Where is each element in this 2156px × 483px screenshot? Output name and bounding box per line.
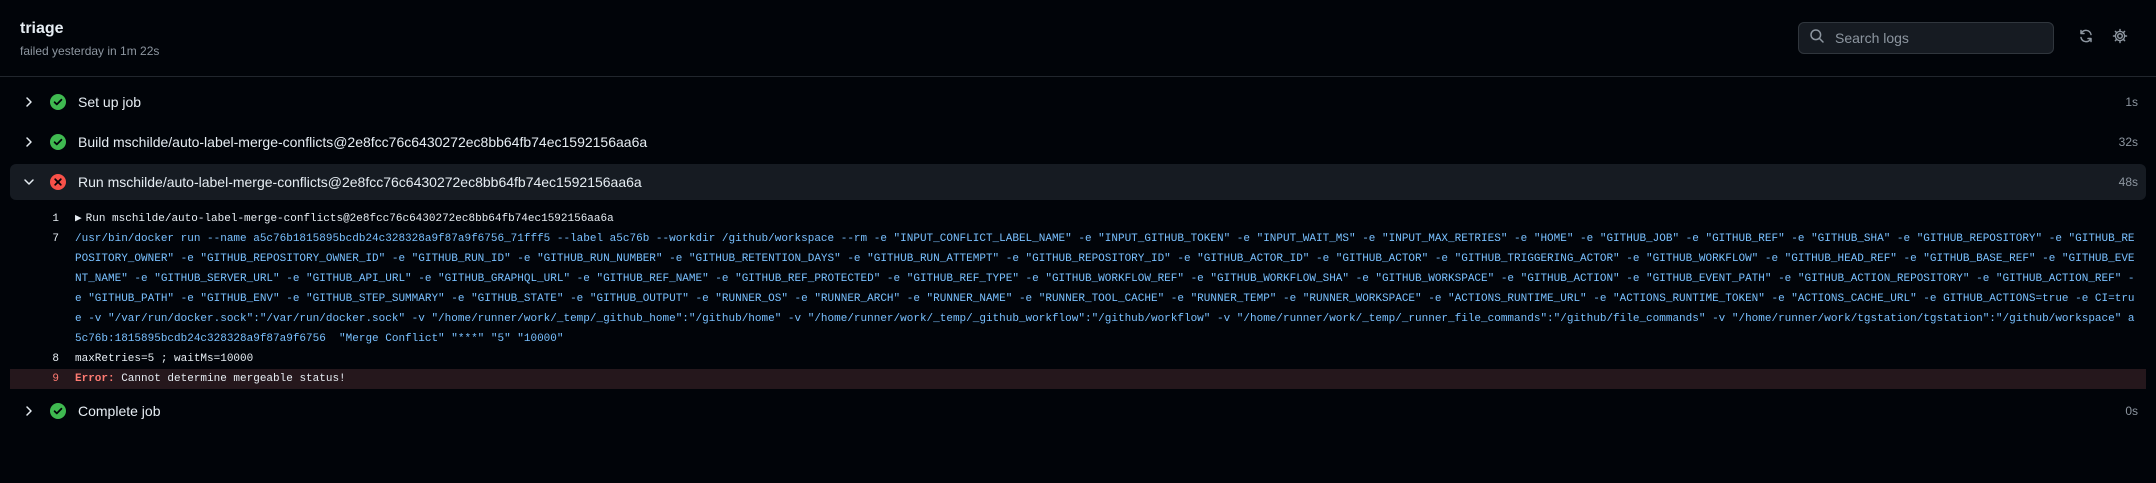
step-name: Build mschilde/auto-label-merge-conflict… (78, 134, 648, 150)
refresh-button[interactable] (2070, 22, 2102, 54)
check-circle-icon (50, 403, 66, 419)
log-line: 8 maxRetries=5 ; waitMs=10000 (10, 349, 2146, 369)
step-set-up-job[interactable]: Set up job 1s (10, 84, 2146, 120)
step-duration: 0s (2125, 404, 2138, 418)
error-label: Error: (75, 373, 115, 385)
header-actions (1798, 22, 2136, 54)
search-logs-input[interactable] (1833, 29, 2037, 47)
log-line-error: 9 Error: Cannot determine mergeable stat… (10, 369, 2146, 389)
step-duration: 1s (2125, 95, 2138, 109)
job-header: triage failed yesterday in 1m 22s (0, 0, 2156, 77)
chevron-down-icon (22, 175, 36, 189)
log-line-number[interactable]: 7 (10, 229, 59, 349)
log-text: maxRetries=5 ; waitMs=10000 (75, 353, 254, 365)
job-steps: Set up job 1s Build mschilde/auto-label-… (0, 77, 2156, 429)
check-circle-icon (50, 94, 66, 110)
step-complete-job[interactable]: Complete job 0s (10, 393, 2146, 429)
chevron-right-icon (22, 404, 36, 418)
step-run-action[interactable]: Run mschilde/auto-label-merge-conflicts@… (10, 164, 2146, 200)
log-line: 1 ▶ Run mschilde/auto-label-merge-conflic… (10, 209, 2146, 229)
step-name: Complete job (78, 403, 161, 419)
step-log: 1 ▶ Run mschilde/auto-label-merge-conflic… (10, 204, 2146, 393)
step-build-action[interactable]: Build mschilde/auto-label-merge-conflict… (10, 124, 2146, 160)
step-name: Set up job (78, 94, 142, 110)
log-error-text: Error: Cannot determine mergeable status… (75, 369, 2135, 389)
log-command-text: /usr/bin/docker run --name a5c76b1815895… (75, 233, 2135, 345)
settings-button[interactable] (2104, 22, 2136, 54)
chevron-right-icon (22, 95, 36, 109)
refresh-icon (2078, 28, 2094, 49)
x-circle-icon (50, 174, 66, 190)
step-duration: 32s (2118, 135, 2138, 149)
log-line-number[interactable]: 9 (10, 369, 59, 389)
gear-icon (2112, 28, 2128, 49)
job-status-summary: failed yesterday in 1m 22s (20, 43, 160, 58)
log-text: Run mschilde/auto-label-merge-conflicts@… (85, 213, 614, 225)
log-group-header[interactable]: ▶ Run mschilde/auto-label-merge-conflicts… (75, 209, 2135, 229)
check-circle-icon (50, 134, 66, 150)
log-line: 7 /usr/bin/docker run --name a5c76b18158… (10, 229, 2146, 349)
chevron-right-icon (22, 135, 36, 149)
error-message: Cannot determine mergeable status! (114, 373, 346, 385)
job-title-block: triage failed yesterday in 1m 22s (20, 19, 159, 58)
search-logs-box[interactable] (1798, 22, 2054, 54)
log-line-number[interactable]: 1 (10, 209, 59, 229)
triangle-right-icon: ▶ (75, 213, 82, 225)
log-line-number[interactable]: 8 (10, 349, 59, 369)
step-name: Run mschilde/auto-label-merge-conflicts@… (78, 174, 642, 190)
search-icon (1809, 28, 1825, 49)
job-title: triage (20, 19, 64, 37)
step-duration: 48s (2118, 175, 2138, 189)
